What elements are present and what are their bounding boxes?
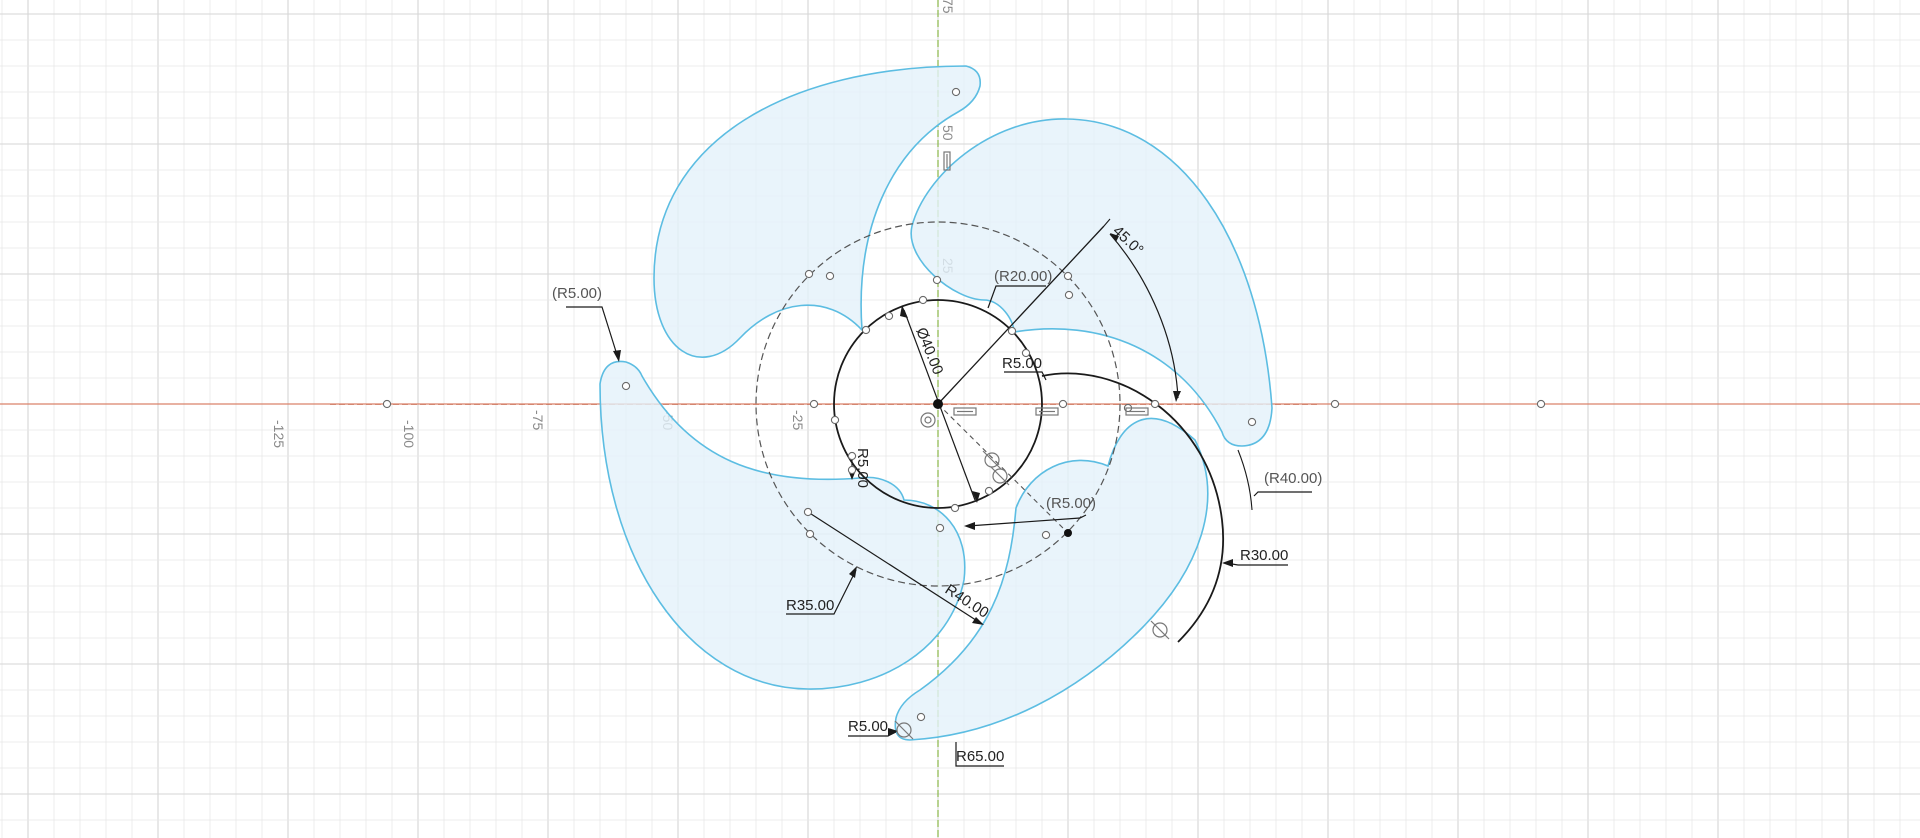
axis-label-x-125: -125: [271, 420, 287, 448]
sketch-point[interactable]: [918, 295, 928, 305]
sketch-point[interactable]: [1063, 271, 1073, 281]
sketch-point[interactable]: [1007, 326, 1017, 336]
sketch-point[interactable]: [803, 507, 813, 517]
sketch-point[interactable]: [916, 712, 926, 722]
sketch-point[interactable]: [1150, 399, 1160, 409]
sketch-point[interactable]: [830, 415, 840, 425]
sketch-point[interactable]: [809, 399, 819, 409]
sketch-point[interactable]: [935, 523, 945, 533]
sketch-point[interactable]: [805, 529, 815, 539]
axis-label-y-75: 75: [940, 0, 956, 14]
horizontal-constraint-icon[interactable]: [953, 407, 977, 416]
filled-point[interactable]: [1064, 529, 1072, 537]
dimension-r5-inner[interactable]: R5.00: [854, 448, 871, 488]
blade-right[interactable]: [910, 118, 1273, 447]
dimension-ref-r20[interactable]: (R20.00): [994, 268, 1052, 285]
axis-label-x-75: -75: [530, 410, 546, 430]
dimension-r65[interactable]: R65.00: [956, 748, 1004, 765]
dimension-r30[interactable]: R30.00: [1240, 547, 1288, 564]
tangent-constraint-icon[interactable]: [1150, 620, 1170, 640]
sketch-point[interactable]: [951, 87, 961, 97]
dimension-r5-top[interactable]: R5.00: [1002, 355, 1042, 372]
tangent-constraint-icon[interactable]: [982, 450, 1002, 470]
sketch-point[interactable]: [1247, 417, 1257, 427]
sketch-point[interactable]: [950, 503, 960, 513]
sketch-point[interactable]: [1536, 399, 1546, 409]
horizontal-constraint-icon[interactable]: [1035, 407, 1059, 416]
angle-arrow-end: [1173, 391, 1181, 402]
dimension-ref-r40[interactable]: (R40.00): [1264, 470, 1322, 487]
arrow-r5-right: [964, 522, 975, 530]
dimension-ref-r5-left[interactable]: (R5.00): [552, 285, 602, 302]
sketch-point[interactable]: [1064, 290, 1074, 300]
coincident-constraint-icon[interactable]: [920, 412, 936, 428]
sketch-point[interactable]: [825, 271, 835, 281]
arrow-r5-left: [613, 350, 621, 362]
sketch-point[interactable]: [932, 275, 942, 285]
dimension-diameter-hub[interactable]: Ø40.00: [912, 325, 946, 377]
sketch-point[interactable]: [804, 269, 814, 279]
origin-point[interactable]: [933, 399, 943, 409]
axis-label-x-25: -25: [790, 410, 806, 430]
sketch-point[interactable]: [884, 311, 894, 321]
leader-r40-ref: [1253, 491, 1312, 497]
sketch-point[interactable]: [621, 381, 631, 391]
axis-label-x-100: -100: [401, 420, 417, 448]
sketch-point[interactable]: [984, 486, 994, 496]
dimension-ref-r5-right[interactable]: (R5.00): [1046, 495, 1096, 512]
sketch-point[interactable]: [1330, 399, 1340, 409]
dimension-r35[interactable]: R35.00: [786, 597, 834, 614]
sketch-canvas[interactable]: -125 -100 -75 -50 -25 25 50 75: [0, 0, 1920, 838]
sketch-point[interactable]: [382, 399, 392, 409]
axis-label-y-50: 50: [940, 125, 956, 141]
dimension-r5-bottom[interactable]: R5.00: [848, 718, 888, 735]
sketch-point[interactable]: [1058, 399, 1068, 409]
sketch-point[interactable]: [861, 325, 871, 335]
sketch-point[interactable]: [1041, 530, 1051, 540]
